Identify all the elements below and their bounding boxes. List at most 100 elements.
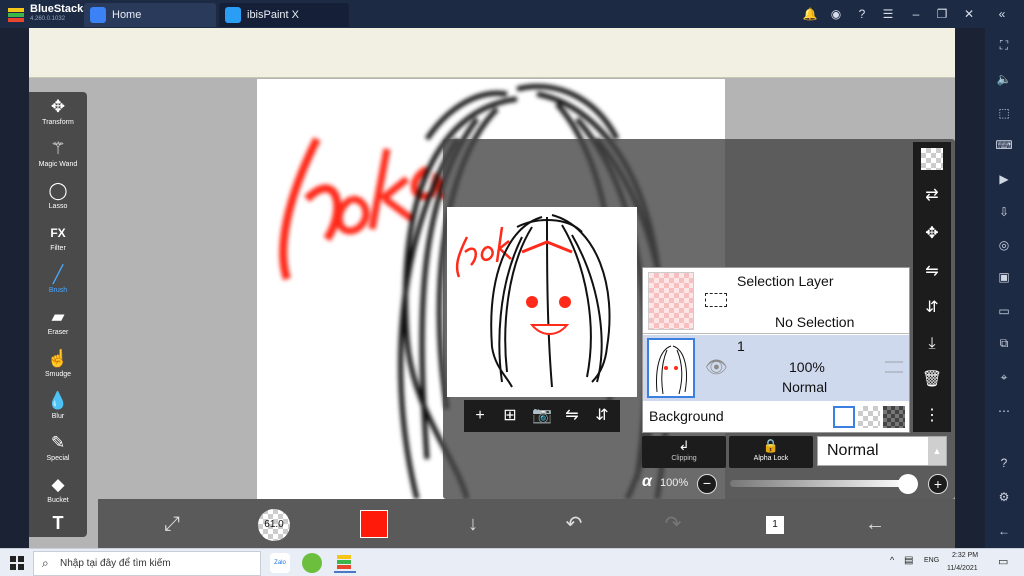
tool-eraser[interactable]: ▰ Eraser [29,306,87,348]
tool-label: Eraser [47,329,69,336]
download-arrow-icon[interactable]: ↓ [458,509,488,539]
account-icon[interactable]: ◉ [828,6,844,22]
opacity-decrease-button[interactable]: − [697,474,717,494]
close-icon[interactable]: ✕ [961,6,977,22]
add-layer-icon[interactable]: + [468,404,492,428]
blend-mode-select[interactable]: Normal ▲ [817,436,947,466]
tool-text[interactable]: T [29,512,87,536]
tool-label: Bucket [47,497,69,504]
brush-size-value: 61.0 [264,519,284,530]
canvas-top-strip [29,28,955,78]
back-arrow-icon[interactable]: ← [995,522,1013,540]
layer-count-button[interactable]: 1 [760,509,790,539]
flip-horizontal-icon[interactable]: ⇋ [560,404,584,428]
collapse-sidebar-icon[interactable]: « [994,6,1010,22]
transform-toggle-icon[interactable]: ⤢ [157,509,187,539]
bg-transparent-option[interactable] [858,406,880,428]
help-icon[interactable]: ? [854,6,870,22]
selection-layer-row[interactable]: Selection Layer No Selection [643,268,909,334]
opacity-increase-button[interactable]: + [928,474,948,494]
smudge-icon: ☝ [47,349,69,368]
tool-magic-wand[interactable]: ⚚ Magic Wand [29,138,87,180]
alpha-lock-button[interactable]: 🔒 Alpha Lock [729,436,813,468]
fullscreen-icon[interactable]: ⛶ [995,36,1013,54]
tool-label: Special [46,455,70,462]
clock-time[interactable]: 2:32 PM [952,552,978,559]
add-image-layer-icon[interactable]: ⊞ [498,404,522,428]
text-tool-icon: T [52,513,64,533]
ibispaint-app-icon [225,7,241,23]
tool-smudge[interactable]: ☝ Smudge [29,348,87,390]
color-swatch-button[interactable] [360,510,388,538]
bg-dark-option[interactable] [883,406,905,428]
apk-install-icon[interactable]: ⇩ [995,203,1013,221]
taskbar-search-box[interactable]: ⌕ Nhập tại đây để tìm kiếm [33,551,261,576]
tray-network-icon[interactable]: ▤ [904,555,913,566]
flip-vertical-icon[interactable]: ⇵ [920,296,944,320]
notification-bell-icon[interactable]: 🔔 [802,6,818,22]
input-language[interactable]: ENG [924,557,939,564]
move-arrows-icon[interactable]: ✥ [920,222,944,246]
clock-date[interactable]: 11/4/2021 [947,565,978,572]
macro-icon[interactable]: ▶ [995,170,1013,188]
tool-lasso[interactable]: ◯ Lasso [29,180,87,222]
multi-instance-icon[interactable]: ⧉ [995,334,1013,352]
selection-layer-thumbnail [648,272,694,330]
browser-app-icon[interactable] [302,553,322,573]
visibility-eye-icon[interactable]: 👁 [705,357,728,378]
settings-gear-icon[interactable]: ⚙ [995,488,1013,506]
location-icon[interactable]: ⌖ [995,368,1013,386]
menu-icon[interactable]: ☰ [880,6,896,22]
canvas-preview [447,207,637,397]
layer-thumbnail [647,338,695,398]
folder-icon[interactable]: ▭ [995,302,1013,320]
alpha-value: 100% [660,477,689,489]
tray-chevron-icon[interactable]: ^ [890,555,894,565]
cursor-icon[interactable]: ⬚ [995,104,1013,122]
more-icon[interactable]: ⋯ [995,402,1013,420]
tool-blur[interactable]: 💧 Blur [29,390,87,432]
minimize-icon[interactable]: – [908,6,924,22]
keyboard-icon[interactable]: ⌨ [995,136,1013,154]
back-arrow-icon[interactable]: ← [860,509,890,539]
trash-icon[interactable]: 🗑 [920,368,944,392]
notification-center-icon[interactable]: ▭ [998,555,1008,568]
opacity-slider[interactable] [730,480,908,487]
flip-vertical-icon[interactable]: ⇵ [590,404,614,428]
restore-icon[interactable]: ❐ [934,6,950,22]
tool-label: Blur [51,413,65,420]
brand-name: BlueStacks [30,3,90,15]
brush-size-button[interactable]: 61.0 [258,509,290,541]
tool-filter[interactable]: FX Filter [29,222,87,264]
more-vertical-icon[interactable]: ⋮ [920,404,944,428]
bg-white-option[interactable] [833,406,855,428]
opacity-slider-thumb[interactable] [898,474,918,494]
tab-ibispaint[interactable]: ibisPaint X [219,3,349,27]
undo-icon[interactable]: ↶ [559,509,589,539]
opacity-row: α 100% − + [642,472,952,496]
transparent-layer-icon[interactable] [921,148,943,170]
tool-bucket[interactable]: ◆ Bucket [29,474,87,516]
tool-transform[interactable]: ✥ Transform [29,96,87,138]
help-square-icon[interactable]: ? [995,454,1013,472]
bluestacks-taskbar-icon[interactable] [334,553,356,573]
clipping-button[interactable]: ↲ Clipping [642,436,726,468]
background-row[interactable]: Background [643,402,909,432]
camera-icon[interactable]: 📷 [530,404,554,428]
redo-icon[interactable]: ↷ [658,509,688,539]
layer-row[interactable]: 👁 1 100% Normal [643,335,909,401]
flip-horizontal-icon[interactable]: ⇋ [920,260,944,284]
tool-brush[interactable]: ╱ Brush [29,264,87,306]
windows-taskbar: ⌕ Nhập tại đây để tìm kiếm Zalo ^ ▤ ENG … [0,548,1024,576]
merge-down-icon[interactable]: ⤓ [920,332,944,356]
record-icon[interactable]: ▣ [995,268,1013,286]
move-layer-icon[interactable]: ⇄ [920,184,944,208]
dropdown-arrow-icon: ▲ [928,437,946,465]
volume-icon[interactable]: 🔈 [995,70,1013,88]
tool-special[interactable]: ✎ Special [29,432,87,474]
zalo-app-icon[interactable]: Zalo [270,553,290,573]
windows-start-icon[interactable] [10,556,24,570]
tab-home[interactable]: Home [84,3,216,27]
drag-handle-icon[interactable] [885,361,903,373]
screenshot-icon[interactable]: ◎ [995,236,1013,254]
